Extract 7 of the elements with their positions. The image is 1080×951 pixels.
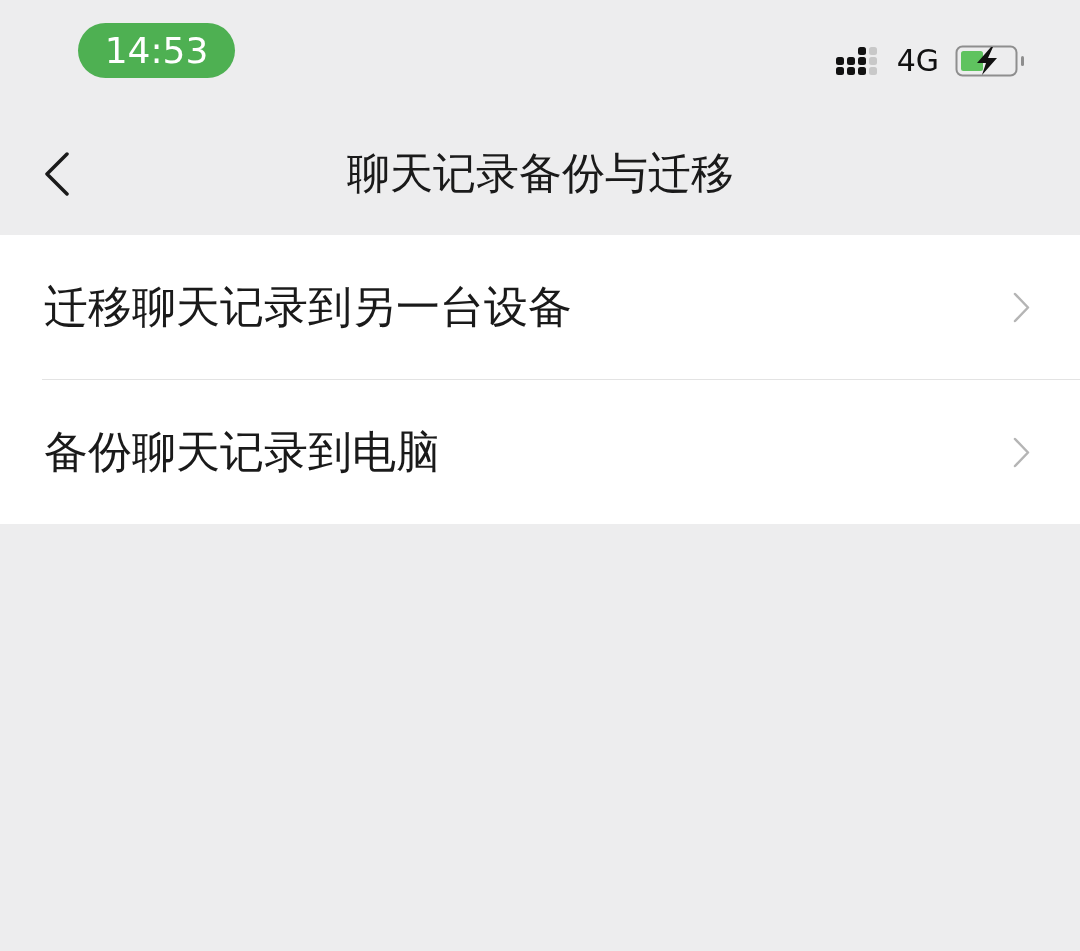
status-time: 14:53 (78, 23, 235, 78)
network-type: 4G (896, 45, 939, 77)
page-title: 聊天记录备份与迁移 (346, 146, 734, 199)
charging-battery-icon (955, 45, 1025, 77)
back-chevron-icon[interactable] (44, 152, 70, 196)
chevron-right-icon (1013, 436, 1030, 468)
chevron-right-icon (1013, 291, 1030, 323)
